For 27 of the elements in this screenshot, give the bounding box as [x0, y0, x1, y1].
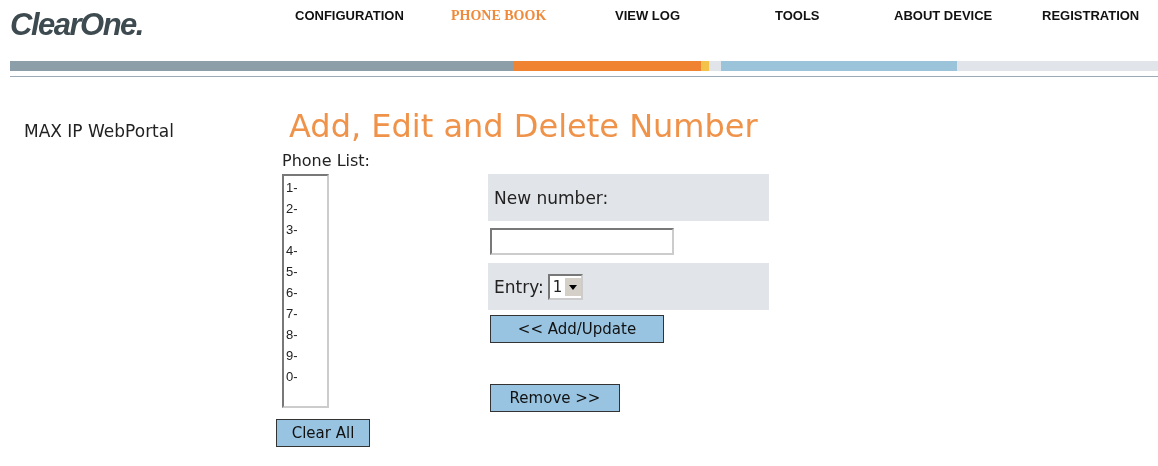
entry-dropdown[interactable]: 1 [547, 273, 584, 300]
remove-button[interactable]: Remove >> [490, 384, 620, 412]
logo: ClearOne. [10, 6, 144, 44]
nav-tab[interactable]: VIEW LOG [615, 5, 775, 27]
nav-tab[interactable]: TOOLS [775, 5, 894, 27]
nav-tab[interactable]: ABOUT DEVICE [894, 5, 1042, 27]
phone-list-box[interactable]: 1- 2- 3- 4- 5- 6- 7- 8- 9- 0- [282, 174, 329, 408]
phone-list-item[interactable]: 7- [286, 303, 325, 324]
new-number-label: New number: [494, 187, 609, 208]
nav-tab[interactable]: REGISTRATION [1042, 5, 1140, 27]
phone-list-item[interactable]: 9- [286, 345, 325, 366]
phone-list-item[interactable]: 0- [286, 366, 325, 387]
phone-list-label: Phone List: [282, 153, 370, 169]
phone-list-item[interactable]: 3- [286, 219, 325, 240]
sidebar-title: MAX IP WebPortal [24, 121, 174, 141]
page-title: Add, Edit and Delete Number [289, 106, 759, 147]
phone-list-item[interactable]: 1- [286, 177, 325, 198]
add-update-button[interactable]: << Add/Update [490, 315, 664, 343]
new-number-field[interactable] [490, 228, 674, 255]
phone-list-item[interactable]: 8- [286, 324, 325, 345]
phone-list-item[interactable]: 2- [286, 198, 325, 219]
nav-tab[interactable]: CONFIGURATION [295, 5, 451, 27]
phone-list-item[interactable]: 6- [286, 282, 325, 303]
phone-list-item[interactable]: 4- [286, 240, 325, 261]
entry-label: Entry: [494, 276, 544, 297]
clear-all-button[interactable]: Clear All [276, 419, 370, 447]
phone-list-item[interactable]: 5- [286, 261, 325, 282]
